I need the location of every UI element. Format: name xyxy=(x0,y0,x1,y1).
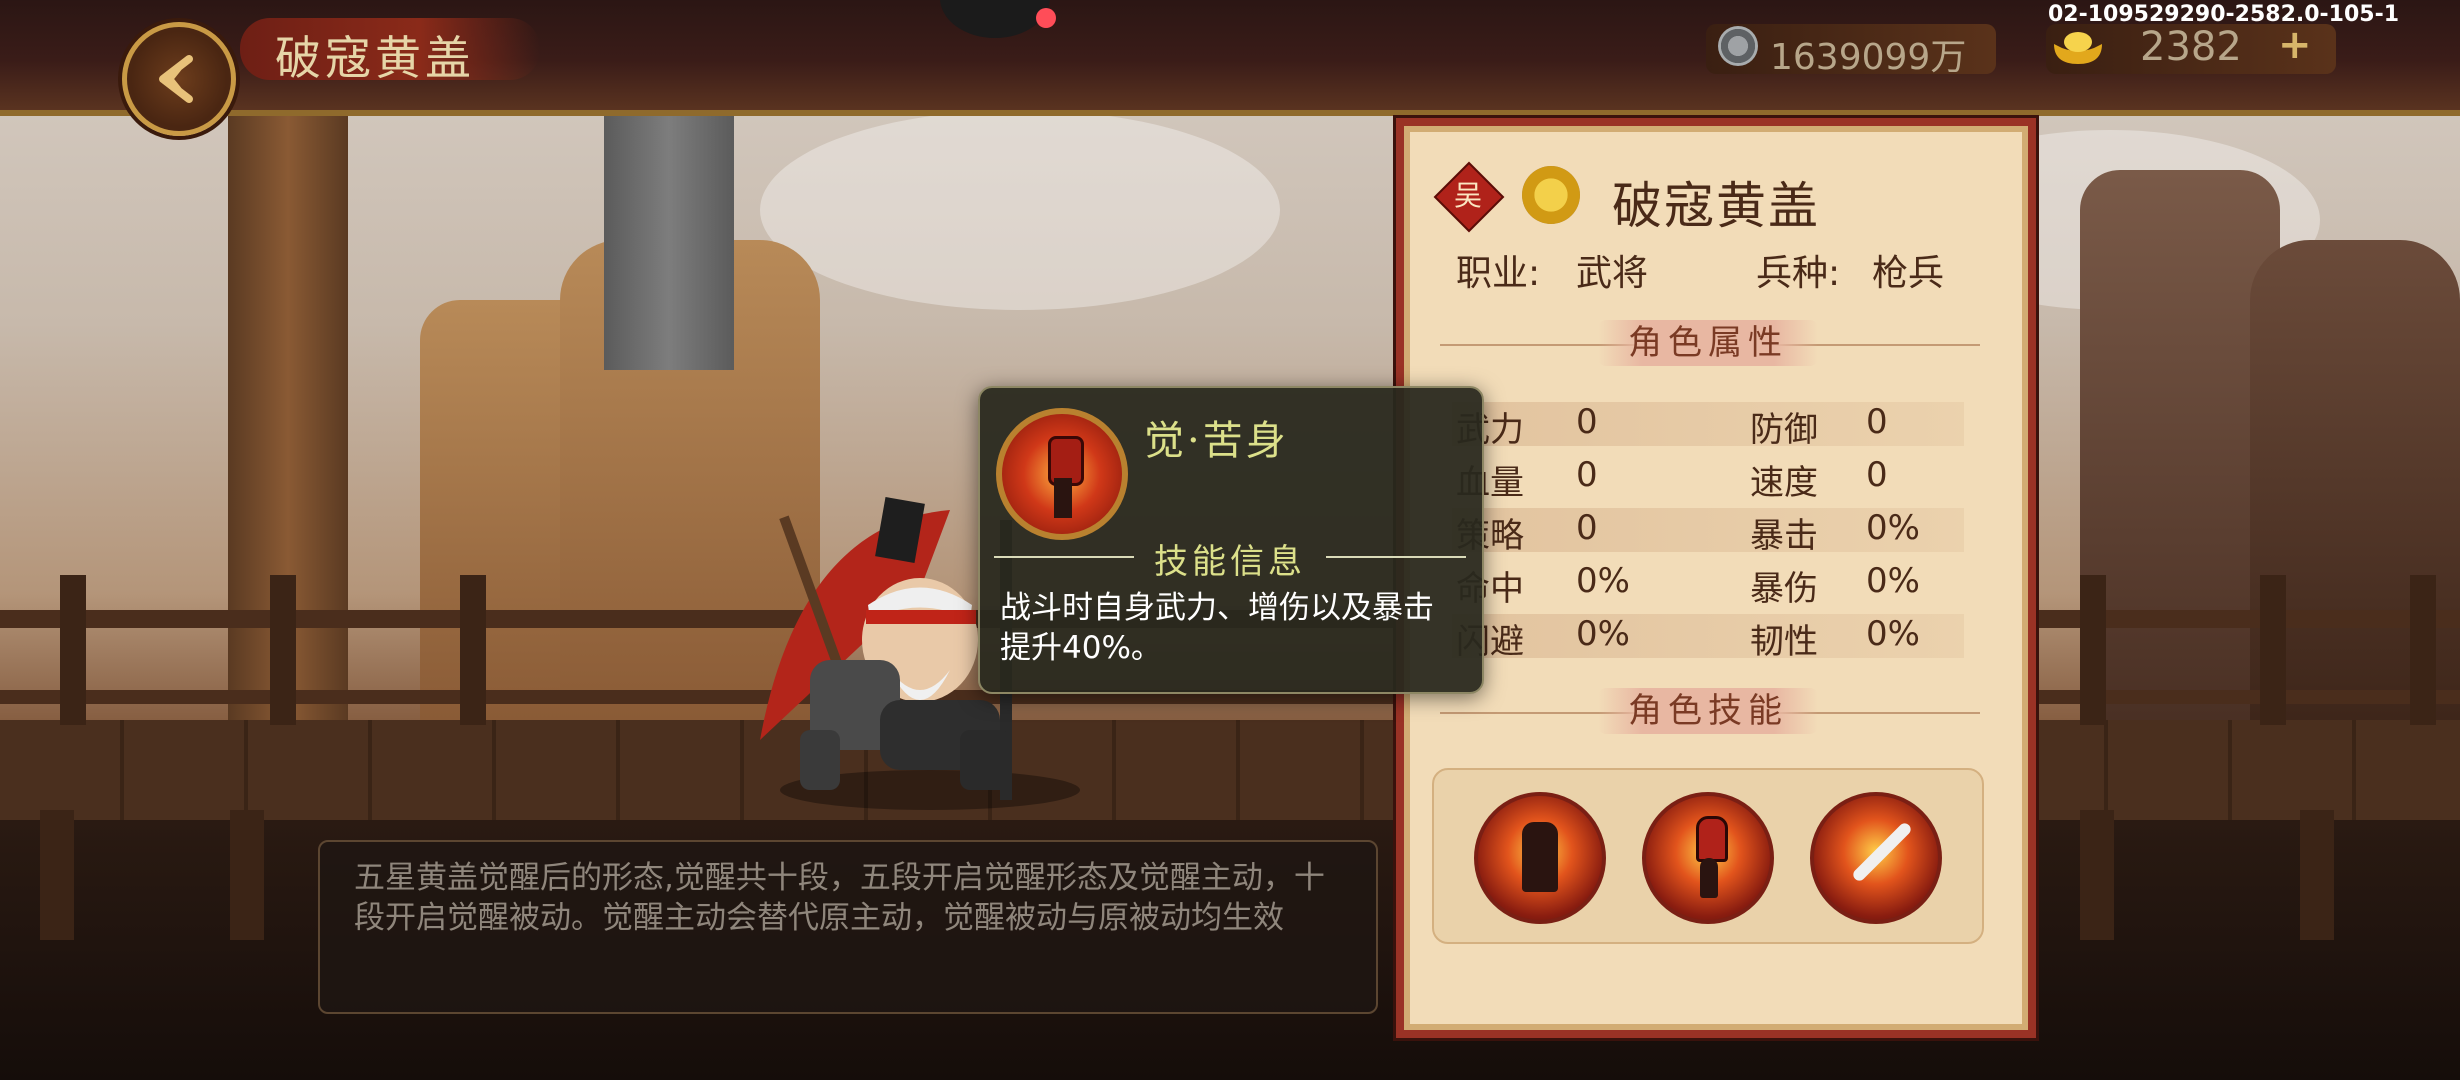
troop-value: 枪兵 xyxy=(1872,253,1945,294)
railing-post xyxy=(230,810,264,940)
rank-emblem-icon xyxy=(1522,166,1580,224)
skills-section-title: 角色技能 xyxy=(1598,688,1818,734)
faction-label: 吴 xyxy=(1453,179,1482,212)
troop-label: 兵种: xyxy=(1756,253,1841,294)
hero-description: 五星黄盖觉醒后的形态,觉醒共十段，五段开启觉醒形态及觉醒主动，十段开启觉醒被动。… xyxy=(354,860,1325,936)
cloud xyxy=(760,110,1280,310)
gold-ingot-icon xyxy=(2054,32,2102,64)
attr-value-defense: 0 xyxy=(1866,402,1888,442)
build-id: 02-109529290-2582.0-105-1 xyxy=(2048,2,2400,27)
back-button[interactable] xyxy=(122,22,236,136)
attr-value-force: 0 xyxy=(1576,402,1598,442)
railing-post xyxy=(2260,575,2286,725)
back-arrow-icon xyxy=(159,55,193,103)
recording-indicator xyxy=(1036,8,1056,28)
railing-post xyxy=(270,575,296,725)
attr-value-strategy: 0 xyxy=(1576,508,1598,548)
tooltip-description: 战斗时自身武力、增伤以及暴击提升40%。 xyxy=(1000,590,1434,666)
attr-label-crit: 暴击 xyxy=(1750,516,1818,556)
railing-post xyxy=(60,575,86,725)
railing-post xyxy=(2300,810,2334,940)
game-screen: 破寇黄盖 1639099万 2382 + 02-109529290-2582.0… xyxy=(0,0,2460,1080)
attr-label-defense: 防御 xyxy=(1750,410,1818,450)
stone-pillar xyxy=(604,90,734,370)
attr-value-hp: 0 xyxy=(1576,455,1598,495)
fist-skill-icon xyxy=(996,408,1128,540)
railing-post xyxy=(460,575,486,725)
tooltip-skill-name: 觉·苦身 xyxy=(1144,418,1289,464)
attr-value-hit: 0% xyxy=(1576,561,1630,601)
railing-post xyxy=(2080,575,2106,725)
silver-coin-icon xyxy=(1718,26,1758,66)
attr-label-crit-dmg: 暴伤 xyxy=(1750,569,1818,609)
attr-label-speed: 速度 xyxy=(1750,463,1818,503)
profession-value: 武将 xyxy=(1576,253,1649,294)
attr-value-dodge: 0% xyxy=(1576,614,1630,654)
railing-post xyxy=(40,810,74,940)
profession-label: 职业: xyxy=(1456,253,1541,294)
page-title: 破寇黄盖 xyxy=(275,31,475,85)
tooltip-section-label: 技能信息 xyxy=(1154,542,1306,582)
fist-skill-icon[interactable] xyxy=(1642,792,1774,924)
gold-amount: 2382 xyxy=(2140,24,2242,70)
add-gold-button[interactable]: + xyxy=(2278,22,2312,68)
attr-value-tenacity: 0% xyxy=(1866,614,1920,654)
warrior-skill-icon[interactable] xyxy=(1474,792,1606,924)
railing-post xyxy=(2410,575,2436,725)
attr-value-crit: 0% xyxy=(1866,508,1920,548)
tooltip-divider-right xyxy=(1326,556,1466,558)
railing-post xyxy=(2080,810,2114,940)
attributes-section-title: 角色属性 xyxy=(1598,320,1818,366)
attr-label-tenacity: 韧性 xyxy=(1750,622,1818,662)
hero-name: 破寇黄盖 xyxy=(1612,177,1820,235)
spear-skill-icon[interactable] xyxy=(1810,792,1942,924)
attr-value-speed: 0 xyxy=(1866,455,1888,495)
silver-amount: 1639099万 xyxy=(1770,37,1967,78)
attr-value-crit-dmg: 0% xyxy=(1866,561,1920,601)
tooltip-divider-left xyxy=(994,556,1134,558)
